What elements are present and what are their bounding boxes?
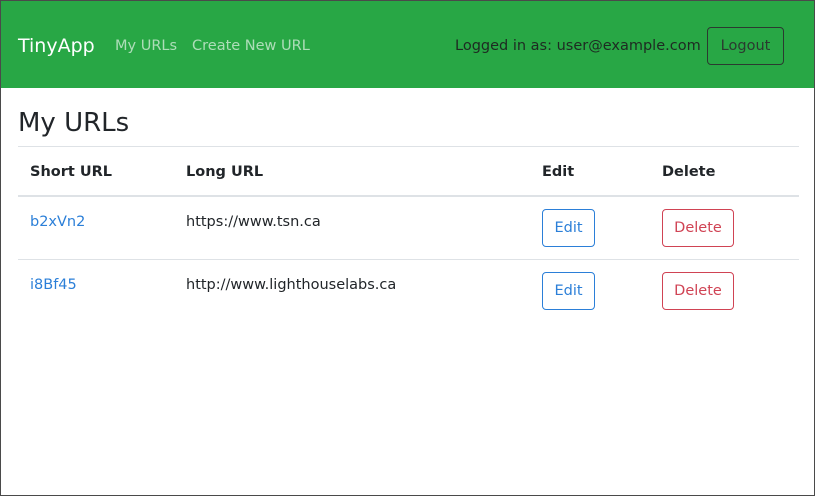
column-header-long-url: Long URL	[186, 164, 264, 180]
edit-button[interactable]: Edit	[542, 209, 595, 247]
brand-link[interactable]: TinyApp	[18, 34, 95, 58]
table-top-border	[18, 146, 799, 147]
table-header-divider	[18, 195, 799, 197]
page-title: My URLs	[18, 108, 130, 138]
delete-button[interactable]: Delete	[662, 272, 734, 310]
column-header-edit: Edit	[542, 164, 575, 180]
app-window: TinyApp My URLs Create New URL Logged in…	[0, 0, 815, 496]
navbar: TinyApp My URLs Create New URL Logged in…	[1, 0, 814, 88]
short-url-link[interactable]: i8Bf45	[30, 275, 77, 295]
row-divider	[18, 259, 799, 260]
long-url-text: https://www.tsn.ca	[186, 214, 321, 230]
nav-link-my-urls[interactable]: My URLs	[115, 36, 177, 56]
column-header-delete: Delete	[662, 164, 716, 180]
long-url-text: http://www.lighthouselabs.ca	[186, 277, 397, 293]
short-url-link[interactable]: b2xVn2	[30, 212, 85, 232]
logout-button[interactable]: Logout	[707, 27, 784, 65]
delete-button[interactable]: Delete	[662, 209, 734, 247]
column-header-short-url: Short URL	[30, 164, 113, 180]
logged-in-status: Logged in as: user@example.com	[455, 38, 701, 54]
edit-button[interactable]: Edit	[542, 272, 595, 310]
nav-link-create-new-url[interactable]: Create New URL	[192, 36, 310, 56]
